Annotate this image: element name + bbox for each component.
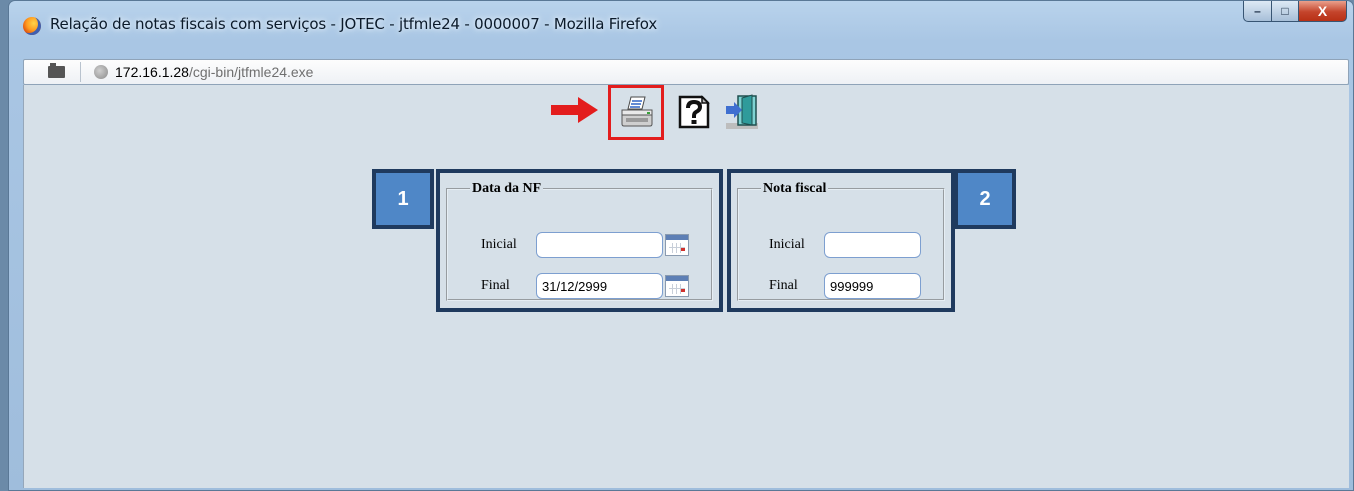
nota-inicial-input[interactable] bbox=[824, 232, 921, 258]
page-content: 1 Data da NF Inicial Final Nota fiscal I… bbox=[23, 85, 1349, 488]
callout-number-1: 1 bbox=[372, 169, 434, 229]
nota-final-label: Final bbox=[769, 278, 798, 293]
nota-final-input[interactable] bbox=[824, 273, 921, 299]
data-inicial-input[interactable] bbox=[536, 232, 663, 258]
printer-icon[interactable] bbox=[619, 93, 655, 131]
nota-fiscal-frame: Nota fiscal Inicial Final bbox=[727, 169, 955, 312]
minimize-button[interactable]: – bbox=[1243, 1, 1272, 22]
url-path: /cgi-bin/jtfmle24.exe bbox=[188, 64, 314, 80]
data-inicial-label: Inicial bbox=[481, 237, 517, 252]
nota-fiscal-legend: Nota fiscal bbox=[763, 181, 827, 196]
data-nf-legend: Data da NF bbox=[472, 181, 542, 196]
callout-number-2: 2 bbox=[954, 169, 1016, 229]
folder-icon[interactable] bbox=[48, 63, 65, 78]
close-button[interactable]: X bbox=[1299, 1, 1347, 22]
title-bar[interactable]: Relação de notas fiscais com serviços - … bbox=[9, 1, 1353, 59]
window-title: Relação de notas fiscais com serviços - … bbox=[50, 15, 657, 33]
minimize-icon: – bbox=[1254, 4, 1261, 18]
calendar-icon[interactable] bbox=[665, 234, 689, 256]
browser-window: Relação de notas fiscais com serviços - … bbox=[8, 0, 1354, 491]
data-nf-fieldset: Data da NF Inicial Final bbox=[446, 181, 713, 301]
url-separator bbox=[70, 62, 81, 82]
calendar-icon[interactable] bbox=[665, 275, 689, 297]
url-host: 172.16.1.28 bbox=[115, 64, 189, 80]
url-bar[interactable]: 172.16.1.28/cgi-bin/jtfmle24.exe bbox=[23, 59, 1349, 85]
red-arrow-right-icon bbox=[551, 97, 598, 123]
nota-inicial-label: Inicial bbox=[769, 237, 805, 252]
window-controls: – □ X bbox=[1243, 1, 1347, 22]
close-icon: X bbox=[1317, 3, 1328, 19]
globe-icon bbox=[94, 65, 108, 79]
data-nf-frame: Data da NF Inicial Final bbox=[436, 169, 723, 312]
url-text[interactable]: 172.16.1.28/cgi-bin/jtfmle24.exe bbox=[115, 64, 313, 80]
nota-fiscal-fieldset: Nota fiscal Inicial Final bbox=[737, 181, 945, 301]
help-icon[interactable] bbox=[676, 93, 712, 131]
maximize-button[interactable]: □ bbox=[1272, 1, 1299, 22]
maximize-icon: □ bbox=[1281, 4, 1289, 18]
exit-door-icon[interactable] bbox=[724, 93, 760, 131]
data-final-input[interactable] bbox=[536, 273, 663, 299]
firefox-icon bbox=[23, 17, 41, 35]
data-final-label: Final bbox=[481, 278, 510, 293]
